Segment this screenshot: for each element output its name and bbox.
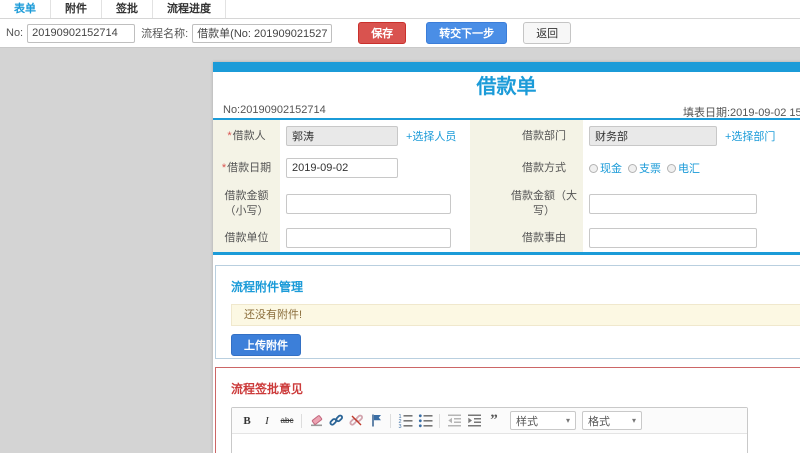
- required-marker: *: [221, 161, 227, 174]
- italic-icon[interactable]: I: [258, 412, 276, 430]
- tab-form[interactable]: 表单: [0, 0, 51, 18]
- editor-content-area[interactable]: [232, 434, 747, 453]
- radio-wire-icon[interactable]: [667, 163, 676, 173]
- toolbar-separator: [390, 413, 391, 428]
- borrow-date-label: *借款日期: [221, 161, 272, 174]
- styles-dropdown[interactable]: 样式 ▾: [510, 411, 576, 430]
- loan-form-table: *借款人 +选择人员 借款部门 +选择部门 *借款日期: [213, 120, 800, 255]
- save-button[interactable]: 保存: [358, 22, 407, 44]
- borrow-date-input[interactable]: [286, 158, 398, 178]
- bold-icon[interactable]: B: [238, 412, 256, 430]
- attachments-section: 流程附件管理 还没有附件! 上传附件: [215, 265, 800, 359]
- process-name-input[interactable]: [192, 23, 333, 43]
- workspace: 借款单 No:20190902152714 填表日期:2019-09-02 15…: [0, 48, 800, 453]
- amount-lower-input[interactable]: [286, 194, 451, 214]
- radio-cash-icon[interactable]: [589, 163, 598, 173]
- format-dropdown[interactable]: 格式 ▾: [582, 411, 642, 430]
- ordered-list-icon[interactable]: 1 2 3: [396, 412, 414, 430]
- upload-attachment-button[interactable]: 上传附件: [231, 334, 301, 356]
- remove-format-icon[interactable]: [307, 412, 325, 430]
- required-marker: *: [227, 129, 232, 142]
- forward-next-step-button[interactable]: 转交下一步: [426, 22, 508, 44]
- unordered-list-icon[interactable]: [416, 412, 434, 430]
- no-attachments-message: 还没有附件!: [231, 304, 800, 326]
- panel-top-accent-bar: [213, 62, 800, 72]
- borrow-method-radio-group: 现金 支票 电汇: [589, 160, 700, 176]
- fill-date: 填表日期:2019-09-02 15:27:1: [683, 107, 800, 119]
- borrower-label: *借款人: [227, 129, 266, 142]
- form-row-unit-reason: 借款单位 借款事由: [213, 224, 800, 252]
- no-label: No:: [6, 27, 24, 39]
- toolbar-separator: [301, 413, 302, 428]
- anchor-flag-icon[interactable]: [367, 412, 385, 430]
- amount-lower-label: 借款金额（小写）: [224, 190, 269, 217]
- select-person-link[interactable]: +选择人员: [406, 128, 456, 144]
- rich-text-editor: B I abc 1 2 3 ” 样式 ▾ 格式 ▾: [231, 407, 748, 453]
- borrow-reason-input[interactable]: [589, 228, 757, 248]
- department-label: 借款部门: [522, 129, 566, 142]
- blockquote-icon[interactable]: ”: [485, 412, 503, 430]
- chevron-down-icon: ▾: [565, 416, 570, 425]
- tab-approval[interactable]: 签批: [102, 0, 153, 18]
- borrow-unit-label: 借款单位: [224, 231, 269, 244]
- approval-section: 流程签批意见 B I abc 1 2 3 ” 样式 ▾ 格式 ▾: [215, 367, 800, 453]
- tab-attachments[interactable]: 附件: [51, 0, 102, 18]
- no-input[interactable]: [27, 23, 136, 43]
- unlink-icon[interactable]: [347, 412, 365, 430]
- approval-section-title: 流程签批意见: [231, 382, 304, 396]
- chevron-down-icon: ▾: [631, 416, 636, 425]
- action-toolbar: No: 流程名称: 保存 转交下一步 返回: [0, 19, 800, 48]
- form-row-borrower: *借款人 +选择人员 借款部门 +选择部门: [213, 120, 800, 152]
- amount-upper-label: 借款金额（大写）: [511, 190, 577, 217]
- borrower-input[interactable]: [286, 126, 398, 146]
- svg-text:3: 3: [398, 424, 401, 428]
- doc-meta-row: No:20190902152714 填表日期:2019-09-02 15:27:…: [213, 102, 800, 120]
- editor-toolbar: B I abc 1 2 3 ” 样式 ▾ 格式 ▾: [232, 408, 747, 434]
- link-icon[interactable]: [327, 412, 345, 430]
- attachments-section-title: 流程附件管理: [231, 280, 304, 294]
- doc-number: No:20190902152714: [223, 104, 326, 116]
- borrow-unit-input[interactable]: [286, 228, 451, 248]
- outdent-icon[interactable]: [445, 412, 463, 430]
- back-button[interactable]: 返回: [523, 22, 572, 44]
- toolbar-separator: [439, 413, 440, 428]
- form-row-amounts: 借款金额（小写） 借款金额（大写）: [213, 184, 800, 224]
- tab-process-progress[interactable]: 流程进度: [153, 0, 226, 18]
- amount-upper-input[interactable]: [589, 194, 757, 214]
- radio-cheque-icon[interactable]: [628, 163, 637, 173]
- process-name-label: 流程名称:: [141, 28, 189, 40]
- form-row-date-method: *借款日期 借款方式 现金 支票 电汇: [213, 152, 800, 184]
- loan-form-panel: 借款单 No:20190902152714 填表日期:2019-09-02 15…: [213, 62, 800, 453]
- indent-icon[interactable]: [465, 412, 483, 430]
- strikethrough-icon[interactable]: abc: [278, 412, 296, 430]
- tab-bar: 表单 附件 签批 流程进度: [0, 0, 800, 19]
- borrow-method-label: 借款方式: [522, 161, 566, 174]
- borrow-reason-label: 借款事由: [522, 231, 566, 244]
- page-title: 借款单: [476, 76, 537, 98]
- radio-cash-label[interactable]: 现金: [600, 160, 622, 176]
- department-input[interactable]: [589, 126, 717, 146]
- radio-wire-label[interactable]: 电汇: [678, 160, 700, 176]
- radio-cheque-label[interactable]: 支票: [639, 160, 661, 176]
- select-department-link[interactable]: +选择部门: [725, 128, 775, 144]
